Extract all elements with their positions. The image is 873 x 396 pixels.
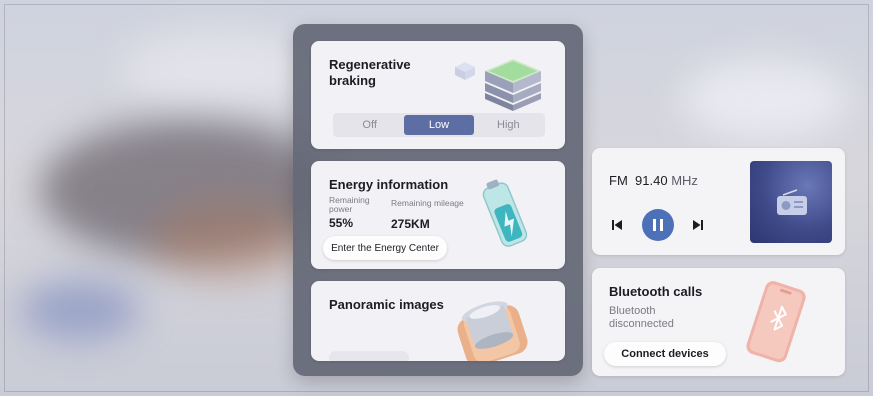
energy-info-card[interactable]: Energy information Remaining power 55% R… [311, 161, 565, 269]
radio-band: FM [609, 173, 628, 188]
regen-braking-title: Regenerative braking [329, 57, 411, 88]
regen-option-high[interactable]: High [474, 115, 543, 135]
bluetooth-calls-title: Bluetooth calls [609, 284, 703, 299]
radio-frequency-value: 91.40 [635, 173, 668, 188]
panoramic-images-title: Panoramic images [329, 297, 444, 312]
pause-icon [653, 219, 663, 231]
regen-option-off[interactable]: Off [335, 115, 404, 135]
regen-level-selector: Off Low High [333, 113, 545, 137]
skip-next-icon [693, 220, 703, 230]
bluetooth-calls-card: Bluetooth calls Bluetooth disconnected C… [592, 268, 845, 376]
skip-previous-icon [612, 220, 622, 230]
regen-braking-card: Regenerative braking Off Low High [311, 41, 565, 149]
regen-cube-icon [455, 59, 541, 111]
radio-card: FM 91.40 MHz [592, 148, 845, 255]
pause-button[interactable] [642, 209, 674, 241]
energy-info-title: Energy information [329, 177, 449, 192]
panoramic-button-partial[interactable] [329, 351, 409, 361]
remaining-mileage-value: 275KM [391, 217, 430, 231]
connect-devices-button[interactable]: Connect devices [604, 342, 726, 366]
bluetooth-status: Bluetooth disconnected [609, 305, 674, 330]
radio-album-art [750, 161, 832, 243]
remaining-power-label: Remaining power [329, 195, 370, 214]
previous-station-button[interactable] [609, 217, 625, 233]
remaining-power-value: 55% [329, 216, 354, 230]
radio-frequency-unit: MHz [671, 173, 698, 188]
panoramic-images-card[interactable]: Panoramic images [311, 281, 565, 361]
next-station-button[interactable] [690, 217, 706, 233]
regen-option-low[interactable]: Low [404, 115, 474, 135]
energy-center-button[interactable]: Enter the Energy Center [323, 236, 447, 260]
radio-icon [777, 189, 807, 215]
remaining-mileage-label: Remaining mileage [391, 198, 464, 208]
battery-icon [482, 179, 528, 247]
radio-frequency: FM 91.40 MHz [609, 173, 698, 188]
phone-bluetooth-icon [746, 281, 806, 363]
camera-lens-icon [457, 301, 528, 361]
